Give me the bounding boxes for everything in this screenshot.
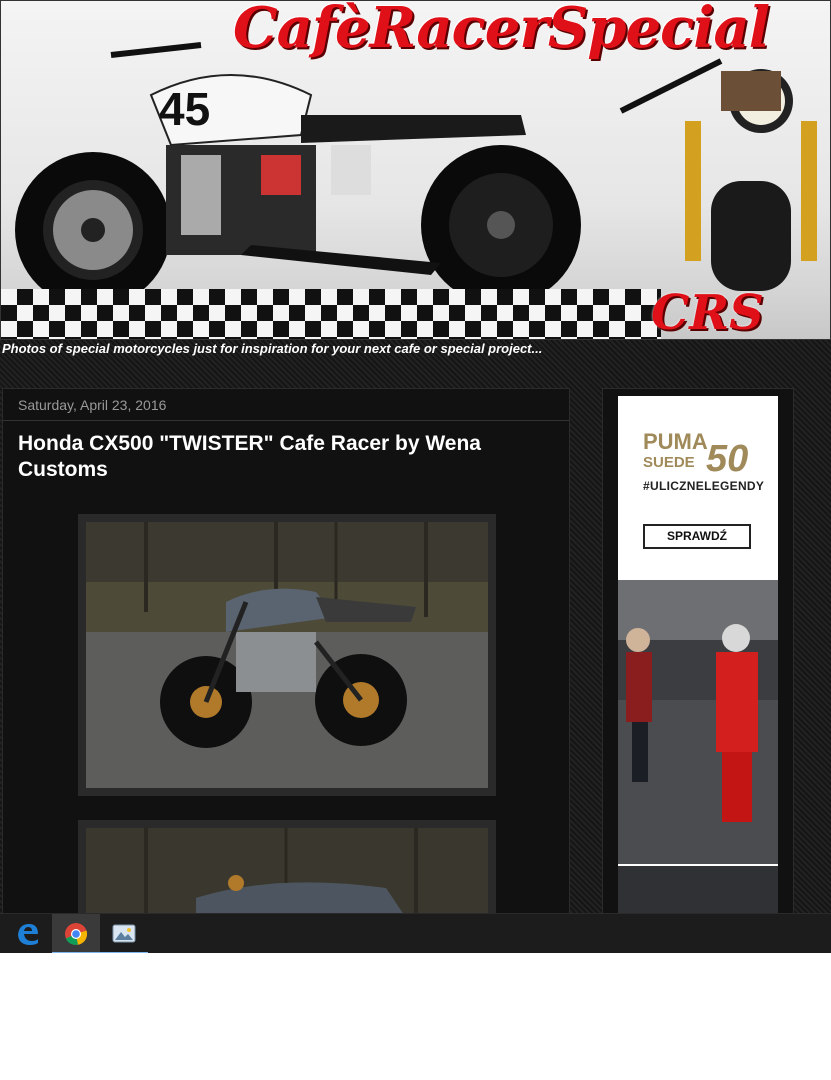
taskbar-chrome-button[interactable] xyxy=(52,914,100,953)
active-app-indicator xyxy=(52,952,100,953)
blog-header-banner[interactable]: 45 CafèRacerSpecial CRS xyxy=(0,0,831,340)
windows-taskbar xyxy=(0,913,831,953)
edge-icon xyxy=(18,924,38,945)
browser-viewport: 45 CafèRacerSpecial CRS Photos of specia… xyxy=(0,0,831,953)
header-front-motorcycle-image xyxy=(619,58,817,291)
running-app-indicator xyxy=(100,952,148,953)
ad-photo xyxy=(618,580,778,864)
ad-cta-button[interactable]: SPRAWDŹ xyxy=(643,524,751,549)
blog-tagline: Photos of special motorcycles just for i… xyxy=(2,341,543,356)
taskbar-edge-button[interactable] xyxy=(4,914,52,953)
site-title[interactable]: CafèRacerSpecial xyxy=(233,1,770,61)
ad-anniversary-number: 50 xyxy=(706,438,749,480)
checkered-flag-strip xyxy=(1,289,661,339)
bike-number-text: 45 xyxy=(159,83,210,135)
post-photo-1[interactable] xyxy=(78,514,496,796)
post-title[interactable]: Honda CX500 "TWISTER" Cafe Racer by Wena… xyxy=(18,431,538,483)
photos-icon xyxy=(112,924,136,943)
main-post-column: Saturday, April 23, 2016 Honda CX500 "TW… xyxy=(2,388,570,953)
ad-hashtag: #ULICZNELEGENDY xyxy=(643,479,765,493)
ad-brand-logo: PUMA xyxy=(643,429,708,454)
ad-brand-sub: SUEDE xyxy=(643,454,695,471)
date-divider xyxy=(3,420,569,421)
post-date: Saturday, April 23, 2016 xyxy=(18,397,167,413)
motorcycle-photo xyxy=(86,522,488,788)
chrome-icon xyxy=(65,923,88,946)
puma-ad-banner[interactable]: PUMA SUEDE 50 #ULICZNELEGENDY SPRAWDŹ xyxy=(618,396,778,953)
crs-logo: CRS xyxy=(651,285,764,340)
header-motorcycle-image: 45 xyxy=(15,42,581,295)
taskbar-photos-button[interactable] xyxy=(100,914,148,953)
sidebar: PUMA SUEDE 50 #ULICZNELEGENDY SPRAWDŹ xyxy=(602,388,794,953)
